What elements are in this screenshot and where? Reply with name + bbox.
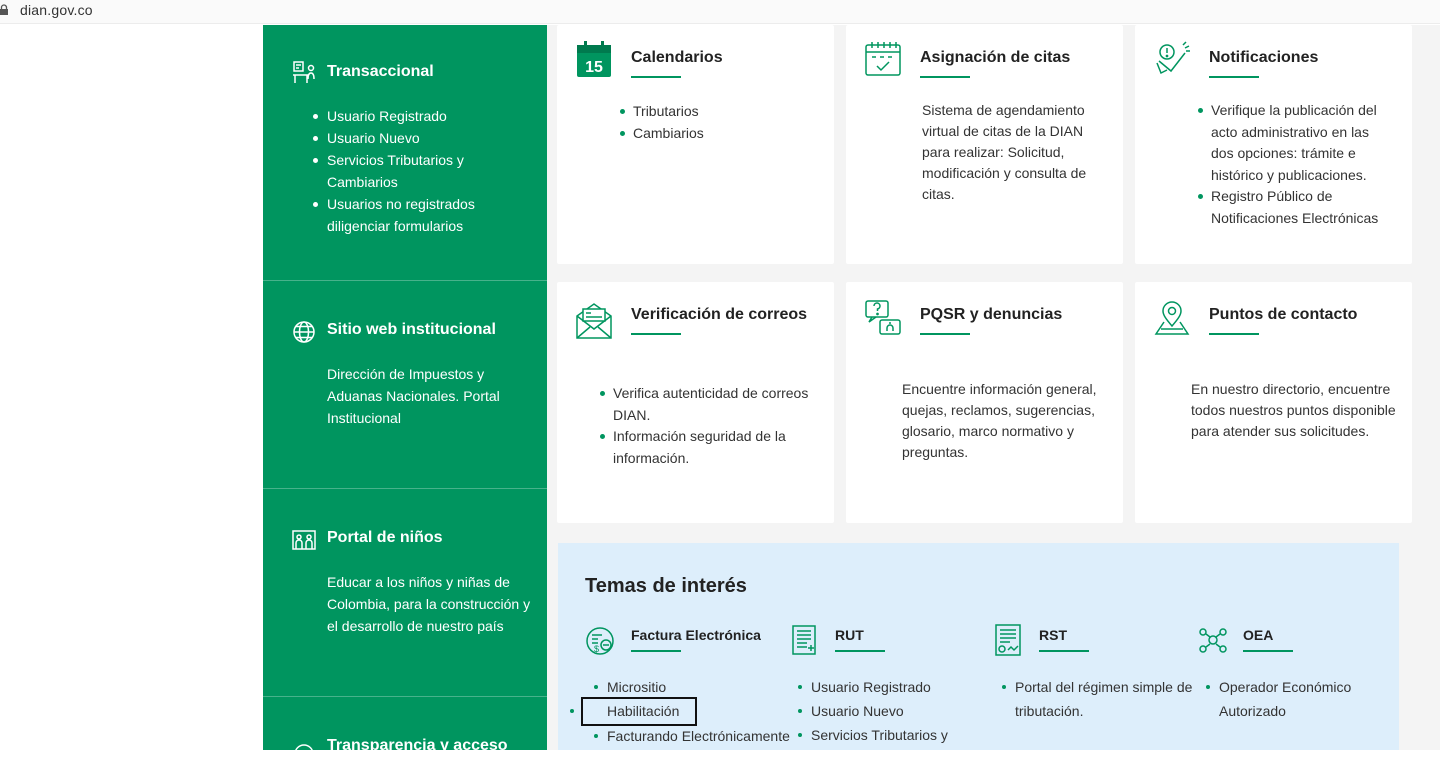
link-rut-usuario-registrado[interactable]: Usuario Registrado bbox=[798, 675, 948, 699]
link-verifica-autenticidad[interactable]: Verifica autenticidad de correos DIAN. bbox=[600, 383, 828, 426]
sidebar-section-transaccional: Transaccional Usuario Registrado Usuario… bbox=[263, 25, 547, 281]
card-verificacion-correos[interactable]: Verificación de correos Verifica autenti… bbox=[557, 282, 834, 523]
link-tributarios[interactable]: Tributarios bbox=[620, 101, 704, 123]
transparencia-icon bbox=[294, 744, 314, 764]
correos-list: Verifica autenticidad de correos DIAN. I… bbox=[600, 383, 828, 469]
title-underline bbox=[920, 76, 970, 78]
sidebar-link-usuarios-no-registrados[interactable]: Usuarios no registrados diligenciar formu… bbox=[313, 193, 475, 237]
map-pin-icon bbox=[1154, 301, 1190, 335]
card-title-notificaciones: Notificaciones bbox=[1209, 49, 1319, 66]
title-underline bbox=[631, 333, 681, 335]
sidebar-transaccional-list: Usuario Registrado Usuario Nuevo Servici… bbox=[313, 105, 475, 237]
sidebar-link-servicios[interactable]: Servicios Tributarios y Cambiarios bbox=[313, 149, 475, 193]
title-underline bbox=[1243, 650, 1293, 652]
link-verifique-publicacion[interactable]: Verifique la publicación del acto admini… bbox=[1198, 100, 1401, 186]
link-portal-regimen-simple[interactable]: Portal del régimen simple de tributación… bbox=[1001, 675, 1192, 723]
link-operador-economico[interactable]: Operador Económico Autorizado bbox=[1205, 675, 1351, 723]
sidebar-title-transaccional[interactable]: Transaccional bbox=[327, 63, 434, 81]
factura-links: Micrositio Habilitación Facturando Elect… bbox=[570, 675, 790, 748]
title-underline bbox=[1039, 650, 1089, 652]
temas-heading: Temas de interés bbox=[585, 575, 747, 597]
sidebar-link-usuario-registrado[interactable]: Usuario Registrado bbox=[313, 105, 475, 127]
card-asignacion-citas[interactable]: Asignación de citas Sistema de agendamie… bbox=[846, 25, 1123, 264]
megaphone-icon bbox=[1156, 41, 1190, 75]
sidebar: Transaccional Usuario Registrado Usuario… bbox=[263, 25, 547, 764]
sidebar-section-sitio-web: Sitio web institucional Dirección de Imp… bbox=[263, 281, 547, 489]
card-title-asignacion-citas: Asignación de citas bbox=[920, 49, 1071, 66]
network-people-icon bbox=[1199, 628, 1227, 653]
calendarios-list: Tributarios Cambiarios bbox=[620, 101, 704, 145]
url-text: dian.gov.co bbox=[20, 2, 93, 18]
sidebar-section-portal-ninos: Portal de niños Educar a los niños y niñ… bbox=[263, 489, 547, 697]
card-pqsr-denuncias[interactable]: PQSR y denuncias Encuentre información g… bbox=[846, 282, 1123, 523]
card-title-calendarios: Calendarios bbox=[631, 49, 723, 66]
calendar-check-icon bbox=[865, 42, 901, 76]
card-title-verificacion-correos: Verificación de correos bbox=[631, 306, 808, 323]
invoice-icon: $ bbox=[586, 627, 614, 655]
rst-links: Portal del régimen simple de tributación… bbox=[1001, 675, 1192, 723]
temas-de-interes-section: Temas de interés $ Factura Electrónica M… bbox=[558, 543, 1399, 750]
globe-icon bbox=[293, 321, 315, 343]
rut-links: Usuario Registrado Usuario Nuevo Servici… bbox=[798, 675, 948, 747]
tema-title-rst[interactable]: RST bbox=[1039, 627, 1067, 643]
title-underline bbox=[835, 650, 885, 652]
card-notificaciones[interactable]: Notificaciones Verifique la publicación … bbox=[1135, 25, 1412, 264]
link-facturando-electronicamente[interactable]: Facturando Electrónicamente bbox=[594, 724, 790, 748]
children-icon bbox=[292, 530, 316, 550]
link-micrositio[interactable]: Micrositio bbox=[594, 675, 790, 699]
title-underline bbox=[920, 333, 970, 335]
title-underline bbox=[631, 650, 681, 652]
sidebar-title-sitio-web[interactable]: Sitio web institucional bbox=[327, 321, 496, 339]
sidebar-sitio-web-desc: Dirección de Impuestos y Aduanas Naciona… bbox=[327, 366, 500, 426]
link-rut-servicios-tributarios[interactable]: Servicios Tributarios y bbox=[798, 723, 948, 747]
desk-user-icon bbox=[293, 61, 315, 83]
link-informacion-seguridad[interactable]: Información seguridad de la información. bbox=[600, 426, 828, 469]
sidebar-portal-ninos-desc: Educar a los niños y niñas de Colombia, … bbox=[327, 574, 531, 634]
certificate-icon bbox=[995, 624, 1021, 656]
sidebar-title-transparencia[interactable]: Transparencia y acceso bbox=[327, 737, 508, 755]
left-margin bbox=[0, 25, 263, 750]
sidebar-title-portal-ninos[interactable]: Portal de niños bbox=[327, 529, 443, 547]
card-calendarios[interactable]: 15 Calendarios Tributarios Cambiarios bbox=[557, 25, 834, 264]
calendar-number: 15 bbox=[585, 59, 603, 76]
notificaciones-list: Verifique la publicación del acto admini… bbox=[1198, 100, 1401, 229]
citas-description: Sistema de agendamiento virtual de citas… bbox=[922, 102, 1087, 202]
tema-title-rut[interactable]: RUT bbox=[835, 627, 864, 643]
envelope-icon bbox=[576, 303, 612, 339]
sidebar-section-transparencia: Transparencia y acceso bbox=[263, 697, 547, 764]
question-chat-icon bbox=[865, 300, 901, 335]
card-puntos-contacto[interactable]: Puntos de contacto En nuestro directorio… bbox=[1135, 282, 1412, 523]
lock-icon bbox=[0, 4, 8, 15]
pqsr-description: Encuentre información general, quejas, r… bbox=[902, 381, 1097, 460]
tema-title-oea[interactable]: OEA bbox=[1243, 627, 1273, 643]
title-underline bbox=[1209, 76, 1259, 78]
tema-title-factura[interactable]: Factura Electrónica bbox=[631, 627, 761, 643]
sidebar-link-usuario-nuevo[interactable]: Usuario Nuevo bbox=[313, 127, 475, 149]
title-underline bbox=[1209, 333, 1259, 335]
card-title-puntos-contacto: Puntos de contacto bbox=[1209, 306, 1358, 323]
link-registro-publico[interactable]: Registro Público de Notificaciones Elect… bbox=[1198, 186, 1401, 229]
document-list-icon bbox=[792, 625, 816, 655]
link-cambiarios[interactable]: Cambiarios bbox=[620, 123, 704, 145]
browser-url-bar[interactable]: dian.gov.co bbox=[0, 0, 1440, 24]
card-title-pqsr: PQSR y denuncias bbox=[920, 306, 1063, 323]
svg-text:$: $ bbox=[594, 644, 599, 654]
oea-links: Operador Económico Autorizado bbox=[1205, 675, 1351, 723]
calendar-15-icon: 15 bbox=[577, 41, 611, 77]
link-rut-usuario-nuevo[interactable]: Usuario Nuevo bbox=[798, 699, 948, 723]
link-habilitacion[interactable]: Habilitación bbox=[570, 697, 697, 726]
title-underline bbox=[631, 76, 681, 78]
puntos-description: En nuestro directorio, encuentre todos n… bbox=[1191, 381, 1396, 439]
